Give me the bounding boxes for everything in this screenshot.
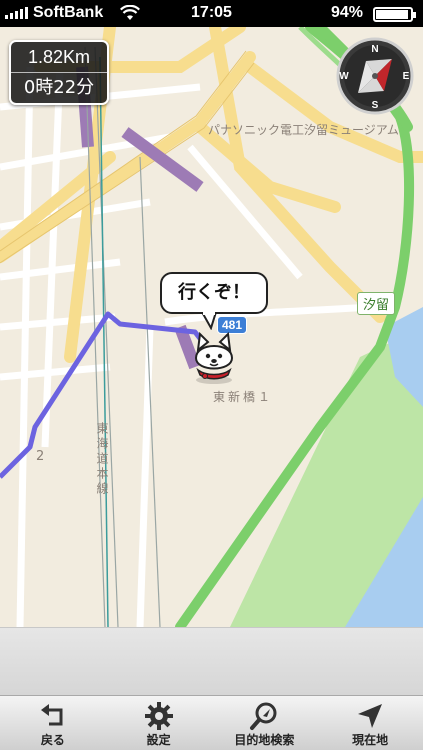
map-label-higashi-shinbashi: 東新橋１ <box>213 390 274 404</box>
ad-banner-area <box>0 627 423 695</box>
location-arrow-icon <box>358 704 383 728</box>
compass-w: W <box>339 71 349 82</box>
route-distance: 1.82Km <box>11 42 107 73</box>
compass-s: S <box>372 100 379 111</box>
battery-icon <box>373 7 416 22</box>
gear-icon <box>144 702 173 730</box>
current-location-button[interactable]: 現在地 <box>317 696 423 750</box>
dog-character-marker[interactable] <box>190 328 238 388</box>
map-label-museum: パナソニック電工汐留ミュージアム <box>208 123 399 137</box>
search-icon <box>250 702 277 730</box>
back-button[interactable]: 戻る <box>0 696 106 750</box>
compass-e: E <box>403 71 410 82</box>
destination-search-button[interactable]: 目的地検索 <box>212 696 318 750</box>
route-duration: 0時22分 <box>23 77 95 98</box>
current-location-label: 現在地 <box>352 733 389 747</box>
settings-button[interactable]: 設定 <box>106 696 212 750</box>
destination-search-label: 目的地検索 <box>234 733 295 747</box>
map-label-tokaido-line: 東海道本線 <box>95 422 109 497</box>
compass-n: N <box>371 44 378 55</box>
compass-icon[interactable]: N E S W <box>336 37 414 115</box>
back-icon <box>40 704 63 726</box>
settings-button-label: 設定 <box>146 733 171 747</box>
map-label-block: 2 <box>36 449 45 464</box>
status-bar: SoftBank 17:05 94% <box>0 0 423 27</box>
bottom-toolbar: 戻る 設定 目的地検索 現在地 <box>0 695 423 750</box>
back-button-label: 戻る <box>40 733 65 747</box>
map-label-shiodome: 汐留 <box>357 292 396 315</box>
route-info-panel: 1.82Km 0時22分 <box>9 40 109 105</box>
character-speech-bubble: 行くぞ！ <box>160 272 268 314</box>
battery-percent: 94% <box>330 4 363 21</box>
